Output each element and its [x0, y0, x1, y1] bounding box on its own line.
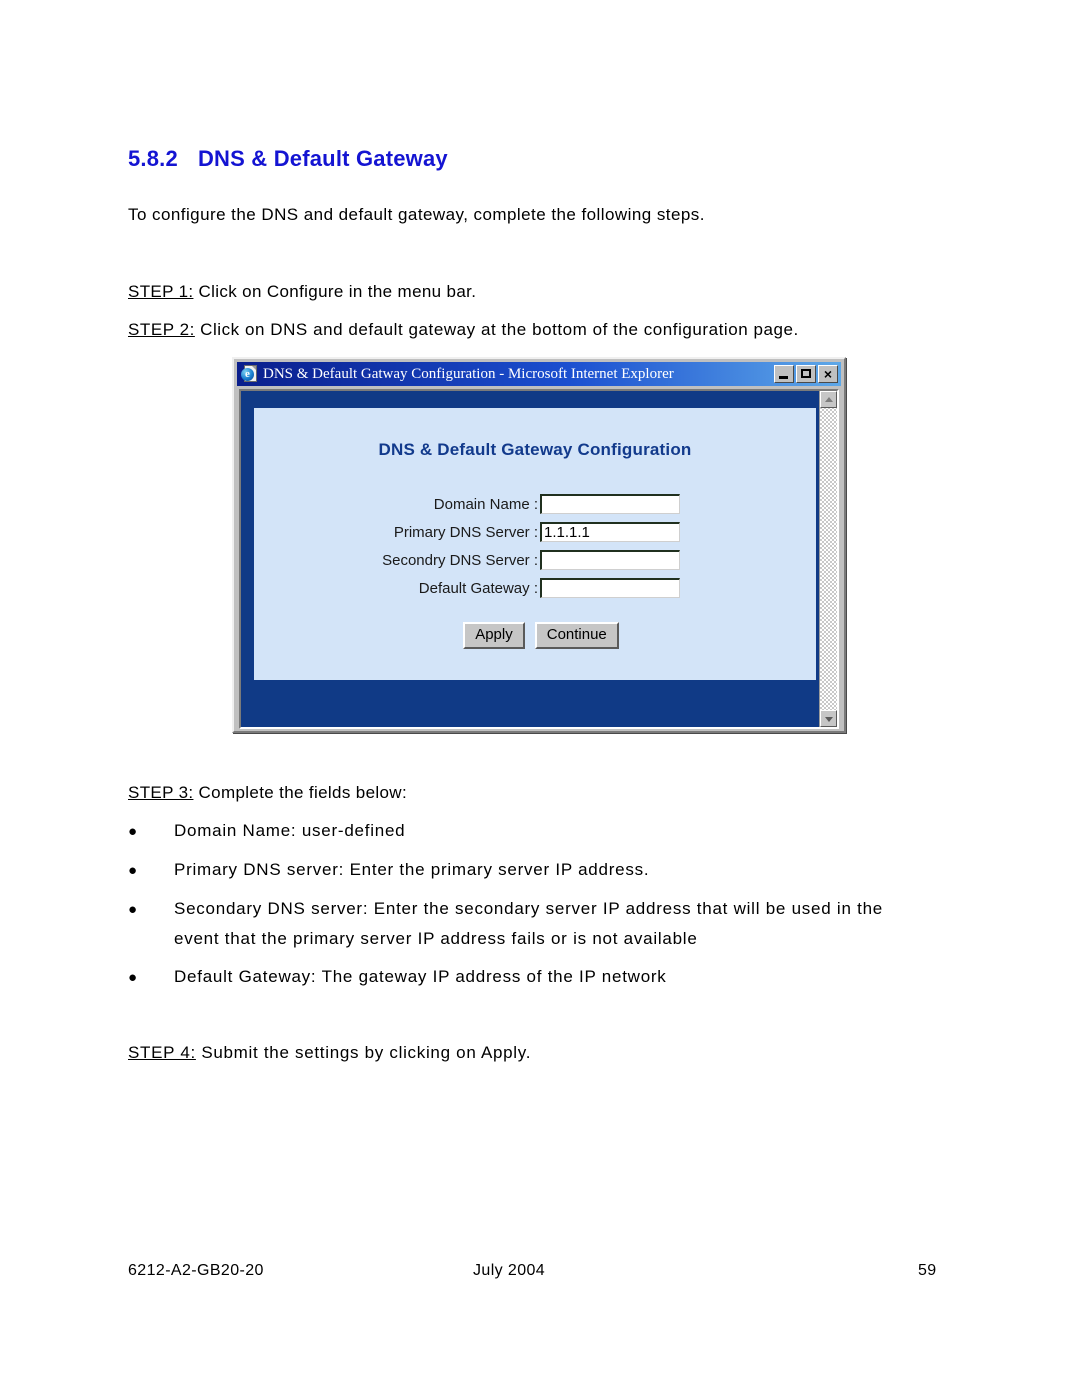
maximize-button[interactable]	[796, 365, 816, 383]
section-title: DNS & Default Gateway	[197, 146, 448, 171]
step-2-text: Click on DNS and default gateway at the …	[194, 320, 799, 339]
step-1: STEP 1: Click on Configure in the menu b…	[128, 282, 476, 302]
browser-viewport: DNS & Default Gateway Configuration Doma…	[239, 389, 839, 729]
apply-button[interactable]: Apply	[463, 622, 525, 649]
domain-name-label: Domain Name :	[433, 495, 538, 513]
intro-paragraph: To configure the DNS and default gateway…	[128, 205, 705, 224]
browser-window-screenshot: e DNS & Default Gatway Configuration - M…	[232, 357, 846, 733]
footer-doc-id: 6212-A2-GB20-20	[128, 1262, 264, 1279]
bullet-icon: ●	[128, 862, 138, 879]
page-title: 5.8.2 DNS & Default Gateway	[128, 146, 448, 172]
config-button-row: Apply Continue	[254, 622, 816, 649]
step-3-text: Complete the fields below:	[193, 783, 408, 802]
window-controls: ×	[774, 365, 839, 383]
secondary-dns-input[interactable]	[540, 550, 680, 570]
config-form: Domain Name : Primary DNS Server : 1.1.1…	[254, 490, 816, 602]
form-row-default-gateway: Default Gateway :	[254, 574, 816, 602]
list-item: ● Primary DNS server: Enter the primary s…	[128, 860, 649, 880]
footer-date: July 2004	[473, 1262, 546, 1279]
window-titlebar: e DNS & Default Gatway Configuration - M…	[237, 362, 841, 386]
close-button[interactable]: ×	[818, 365, 838, 383]
step-1-label: STEP 1:	[128, 282, 194, 301]
default-gateway-label: Default Gateway :	[418, 579, 538, 597]
step-4: STEP 4: Submit the settings by clicking …	[128, 1043, 531, 1063]
vertical-scrollbar[interactable]	[819, 391, 837, 727]
domain-name-input[interactable]	[540, 494, 680, 514]
continue-button[interactable]: Continue	[534, 622, 619, 649]
secondary-dns-label: Secondry DNS Server :	[382, 551, 538, 569]
step-3: STEP 3: Complete the fields below:	[128, 783, 407, 803]
bullet-icon: ●	[128, 901, 138, 918]
primary-dns-label: Primary DNS Server :	[393, 523, 538, 541]
bullet-icon: ●	[128, 969, 138, 986]
step-4-text: Submit the settings by clicking on Apply…	[195, 1043, 532, 1062]
document-page: 5.8.2 DNS & Default Gateway To configure …	[0, 0, 1080, 1397]
step-3-label: STEP 3:	[128, 783, 194, 802]
form-row-domain-name: Domain Name :	[254, 490, 816, 518]
list-item: ● Domain Name: user-defined	[128, 821, 405, 841]
internet-explorer-icon: e	[241, 365, 259, 383]
step-1-text: Click on Configure in the menu bar.	[193, 282, 477, 301]
section-number: 5.8.2	[128, 146, 178, 171]
web-page-background: DNS & Default Gateway Configuration Doma…	[241, 391, 819, 727]
bullet-icon: ●	[128, 823, 138, 840]
list-item-text: Domain Name: user-defined	[174, 821, 406, 840]
minimize-button[interactable]	[774, 365, 794, 383]
list-item-text: Secondary DNS server: Enter the secondar…	[174, 899, 884, 918]
scroll-down-arrow-icon[interactable]	[820, 710, 837, 727]
form-row-secondary-dns: Secondry DNS Server :	[254, 546, 816, 574]
list-item: ● Default Gateway: The gateway IP address…	[128, 967, 667, 987]
list-item-continuation: event that the primary server IP address…	[174, 929, 698, 948]
footer-page-number: 59	[918, 1262, 937, 1279]
config-panel-heading: DNS & Default Gateway Configuration	[378, 440, 692, 459]
scroll-up-arrow-icon[interactable]	[820, 391, 837, 408]
step-4-label: STEP 4:	[128, 1043, 196, 1062]
config-panel: DNS & Default Gateway Configuration Doma…	[254, 408, 816, 680]
list-item-text: Primary DNS server: Enter the primary se…	[174, 860, 650, 879]
list-item: ● Secondary DNS server: Enter the seconda…	[128, 899, 883, 919]
list-item-text: Default Gateway: The gateway IP address …	[174, 967, 667, 986]
form-row-primary-dns: Primary DNS Server : 1.1.1.1	[254, 518, 816, 546]
window-title: DNS & Default Gatway Configuration - Mic…	[263, 365, 674, 382]
default-gateway-input[interactable]	[540, 578, 680, 598]
step-2-label: STEP 2:	[128, 320, 195, 339]
step-2: STEP 2: Click on DNS and default gateway…	[128, 320, 799, 340]
primary-dns-input[interactable]: 1.1.1.1	[540, 522, 680, 542]
